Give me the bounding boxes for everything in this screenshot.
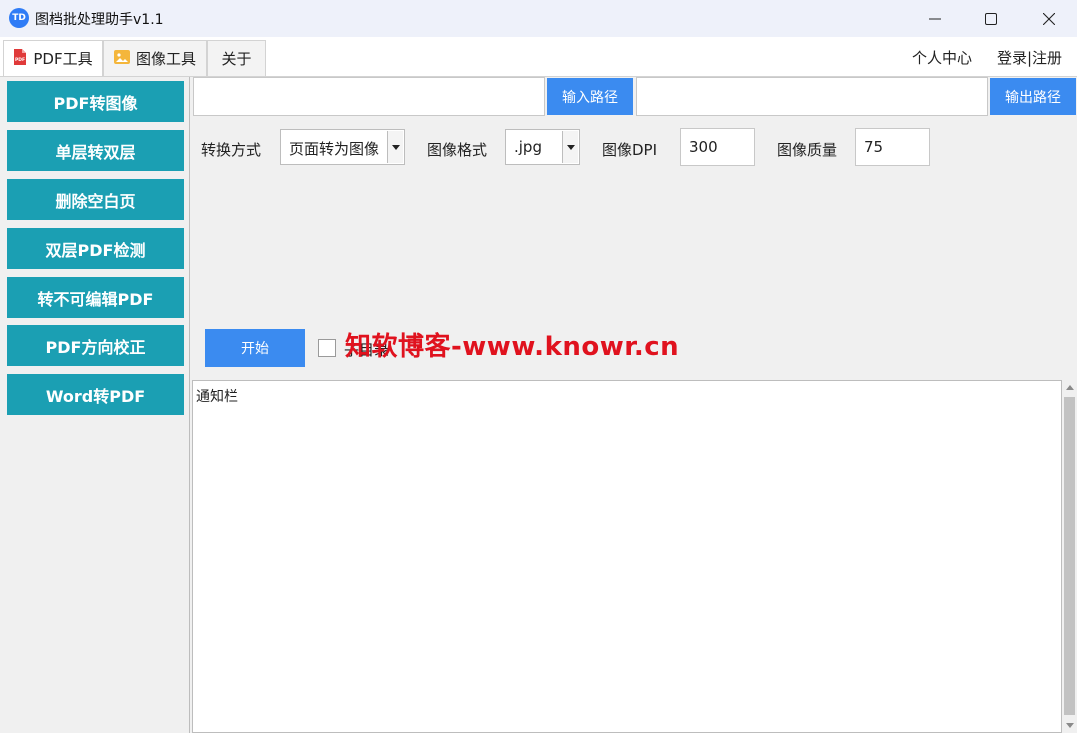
scroll-up-arrow-icon[interactable] [1062,380,1077,395]
image-quality-input[interactable]: 75 [855,128,930,166]
sidebar-item-non-editable-pdf[interactable]: 转不可编辑PDF [7,277,184,318]
watermark-overlay: 知软博客-www.knowr.cn [345,332,680,362]
tab-label: PDF工具 [33,50,93,68]
window-title: 图档批处理助手v1.1 [35,12,164,28]
title-bar: TD 图档批处理助手v1.1 [0,0,1077,37]
notice-text: 通知栏 [196,389,238,405]
pdf-file-icon: PDF [13,48,27,69]
tab-image-tools[interactable]: 图像工具 [103,40,207,76]
tab-pdf-tools[interactable]: PDF PDF工具 [3,40,103,76]
conversion-mode-label: 转换方式 [201,141,262,159]
image-quality-label: 图像质量 [777,141,838,159]
output-path-button[interactable]: 输出路径 [990,78,1076,115]
image-format-label: 图像格式 [427,141,488,159]
conversion-mode-select[interactable]: 页面转为图像 [280,129,405,165]
image-format-value: .jpg [514,138,542,156]
tab-label: 图像工具 [135,50,196,68]
svg-text:PDF: PDF [15,57,25,63]
dropdown-arrow-icon [387,131,403,163]
sidebar-divider [189,77,190,733]
login-register-link[interactable]: 登录|注册 [997,47,1062,68]
tab-about[interactable]: 关于 [207,40,266,76]
sidebar-item-delete-blank-pages[interactable]: 删除空白页 [7,179,184,220]
sidebar-item-single-to-double-layer[interactable]: 单层转双层 [7,130,184,171]
app-logo-icon: TD [9,8,29,28]
scroll-down-arrow-icon[interactable] [1062,718,1077,733]
maximize-button[interactable] [962,0,1020,37]
user-center-link[interactable]: 个人中心 [912,47,972,68]
output-path-field[interactable] [636,77,988,116]
dropdown-arrow-icon [562,131,578,163]
sidebar-item-double-layer-check[interactable]: 双层PDF检测 [7,228,184,269]
notice-scrollbar[interactable] [1062,380,1077,733]
close-button[interactable] [1020,0,1077,37]
scroll-thumb[interactable] [1064,397,1075,715]
input-path-button[interactable]: 输入路径 [547,78,633,115]
conversion-mode-value: 页面转为图像 [289,140,380,158]
image-file-icon [113,49,130,69]
minimize-button[interactable] [906,0,964,37]
notice-panel[interactable]: 通知栏 [192,380,1062,733]
sidebar-item-pdf-to-image[interactable]: PDF转图像 [7,81,184,122]
tab-label: 关于 [221,50,252,68]
input-path-field[interactable] [193,77,545,116]
minimize-icon [929,18,941,19]
start-button[interactable]: 开始 [205,329,305,367]
subdirectory-checkbox[interactable] [318,339,336,357]
image-dpi-input[interactable]: 300 [680,128,755,166]
close-icon [1043,12,1055,25]
sidebar-item-word-to-pdf[interactable]: Word转PDF [7,374,184,415]
image-dpi-label: 图像DPI [602,141,658,159]
image-format-select[interactable]: .jpg [505,129,580,165]
maximize-icon [985,12,997,25]
sidebar-item-pdf-orientation[interactable]: PDF方向校正 [7,325,184,366]
